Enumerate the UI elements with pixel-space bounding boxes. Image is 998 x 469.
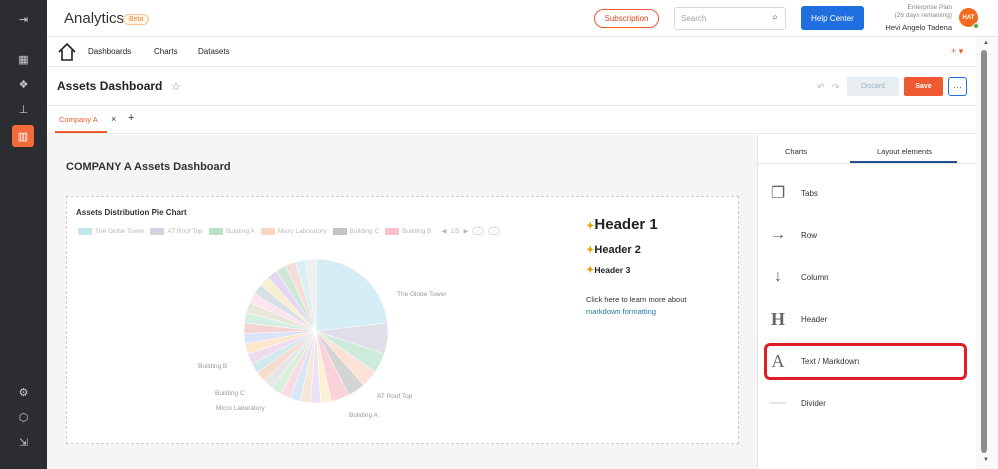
- search-box[interactable]: ⌕: [674, 7, 786, 30]
- box-icon[interactable]: ⬡: [0, 406, 47, 428]
- elements-panel: Charts Layout elements ❐ Tabs → Row ↓ Co…: [757, 135, 977, 469]
- redo-icon[interactable]: ↷: [832, 82, 840, 93]
- divider: [758, 163, 977, 164]
- tabs-icon: ❐: [770, 185, 786, 202]
- markdown-header-2: ✦Header 2: [586, 244, 641, 256]
- layout-element-header[interactable]: H Header: [766, 304, 966, 334]
- element-label: Divider: [801, 398, 826, 408]
- dashboard-canvas: COMPANY A Assets Dashboard Assets Distri…: [47, 135, 757, 469]
- beta-badge: Beta: [123, 14, 150, 25]
- scroll-up-icon[interactable]: ▲: [983, 40, 989, 46]
- arrow-right-icon: →: [770, 226, 786, 243]
- online-status-dot: [973, 23, 979, 29]
- layout-element-column[interactable]: ↓ Column: [766, 262, 966, 292]
- slice-label: Building C: [215, 390, 245, 397]
- markdown-paragraph: Click here to learn more about: [586, 295, 687, 304]
- slice-label: Building B: [198, 363, 227, 370]
- arrow-down-icon: ↓: [774, 268, 782, 285]
- layout-element-divider[interactable]: — Divider: [766, 388, 966, 418]
- nav-datasets[interactable]: Datasets: [198, 47, 230, 56]
- layout-element-tabs[interactable]: ❐ Tabs: [766, 178, 966, 208]
- logout-icon[interactable]: ⇲: [0, 431, 47, 453]
- page-title: Assets Dashboard: [57, 79, 163, 93]
- element-label: Header: [801, 314, 828, 324]
- plan-name: Enterprise Plan: [907, 4, 952, 11]
- slice-label: Micro Laboratory: [216, 405, 266, 412]
- search-icon[interactable]: ⌕: [772, 12, 778, 23]
- dashboard-tabs: Company A × +: [47, 106, 998, 134]
- markdown-card[interactable]: ✦Header 1 ✦Header 2 ✦Header 3 Click here…: [577, 197, 738, 429]
- element-label: Column: [801, 272, 829, 282]
- left-rail: ⇥ ▦ ❖ ⊥ ▥ ⚙ ⬡ ⇲: [0, 0, 47, 469]
- hierarchy-icon[interactable]: ⊥: [0, 98, 47, 120]
- nav-charts[interactable]: Charts: [154, 47, 178, 56]
- datasets-icon[interactable]: ❖: [0, 73, 47, 95]
- slice-label: Building A: [349, 412, 379, 419]
- add-tab-button[interactable]: +: [128, 112, 134, 124]
- charts-icon[interactable]: ▥: [12, 125, 34, 147]
- save-button[interactable]: Save: [904, 77, 943, 96]
- tab-company-a[interactable]: Company A: [59, 115, 98, 124]
- user-name: Hevi Angelo Tadena: [885, 23, 952, 32]
- divider-icon: —: [770, 394, 786, 411]
- tab-charts[interactable]: Charts: [785, 147, 807, 156]
- collapse-sidebar-icon[interactable]: ⇥: [0, 8, 47, 30]
- settings-icon[interactable]: ⚙: [0, 381, 47, 403]
- markdown-formatting-link[interactable]: markdown formatting: [586, 307, 656, 316]
- active-tab-indicator: [55, 131, 107, 133]
- home-icon[interactable]: [57, 42, 77, 62]
- element-label: Row: [801, 230, 818, 240]
- pie-chart[interactable]: The Globe Tower AT Roof Top Building A Micr…: [67, 197, 569, 443]
- brand-title: Analytics: [64, 10, 125, 27]
- header-icon: H: [770, 308, 785, 329]
- dashboard-grid-icon[interactable]: ▦: [0, 48, 47, 70]
- slice-label: AT Roof Top: [377, 393, 413, 400]
- scroll-down-icon[interactable]: ▼: [983, 457, 989, 463]
- tab-layout-elements[interactable]: Layout elements: [877, 147, 932, 156]
- slice-label: The Globe Tower: [397, 291, 447, 298]
- markdown-header-1: ✦Header 1: [586, 216, 658, 233]
- pie-slice[interactable]: [315, 258, 388, 332]
- dashboard-header-title[interactable]: COMPANY A Assets Dashboard: [66, 161, 231, 173]
- star-icon[interactable]: ☆: [171, 80, 181, 93]
- more-options-button[interactable]: ···: [948, 77, 967, 96]
- nav-bar: Dashboards Charts Datasets + ▾: [47, 37, 998, 67]
- pie-chart-card[interactable]: Assets Distribution Pie Chart The Globe …: [67, 197, 569, 443]
- scrollbar-thumb[interactable]: [981, 50, 987, 453]
- add-menu-button[interactable]: + ▾: [951, 46, 963, 57]
- markdown-header-3: ✦Header 3: [586, 265, 631, 276]
- nav-dashboards[interactable]: Dashboards: [88, 47, 131, 56]
- element-label: Tabs: [801, 188, 818, 198]
- page-scrollbar[interactable]: ▲ ▼: [976, 37, 998, 469]
- chart-row[interactable]: Assets Distribution Pie Chart The Globe …: [66, 196, 739, 444]
- dashboard-title-bar: Assets Dashboard ☆ ↶ ↷ Discard Save ···: [47, 67, 998, 106]
- plan-remaining: (26 days remaining): [894, 12, 952, 19]
- subscription-button[interactable]: Subscription: [594, 9, 659, 28]
- search-input[interactable]: [675, 8, 759, 29]
- top-bar: Analytics Beta Subscription ⌕ Help Cente…: [47, 0, 998, 37]
- plan-info: Enterprise Plan (26 days remaining): [873, 4, 952, 20]
- undo-icon[interactable]: ↶: [817, 82, 825, 93]
- discard-button[interactable]: Discard: [847, 77, 899, 96]
- help-center-button[interactable]: Help Center: [801, 6, 864, 30]
- close-tab-icon[interactable]: ×: [111, 114, 116, 124]
- highlight-box: [764, 343, 967, 380]
- layout-element-row[interactable]: → Row: [766, 220, 966, 250]
